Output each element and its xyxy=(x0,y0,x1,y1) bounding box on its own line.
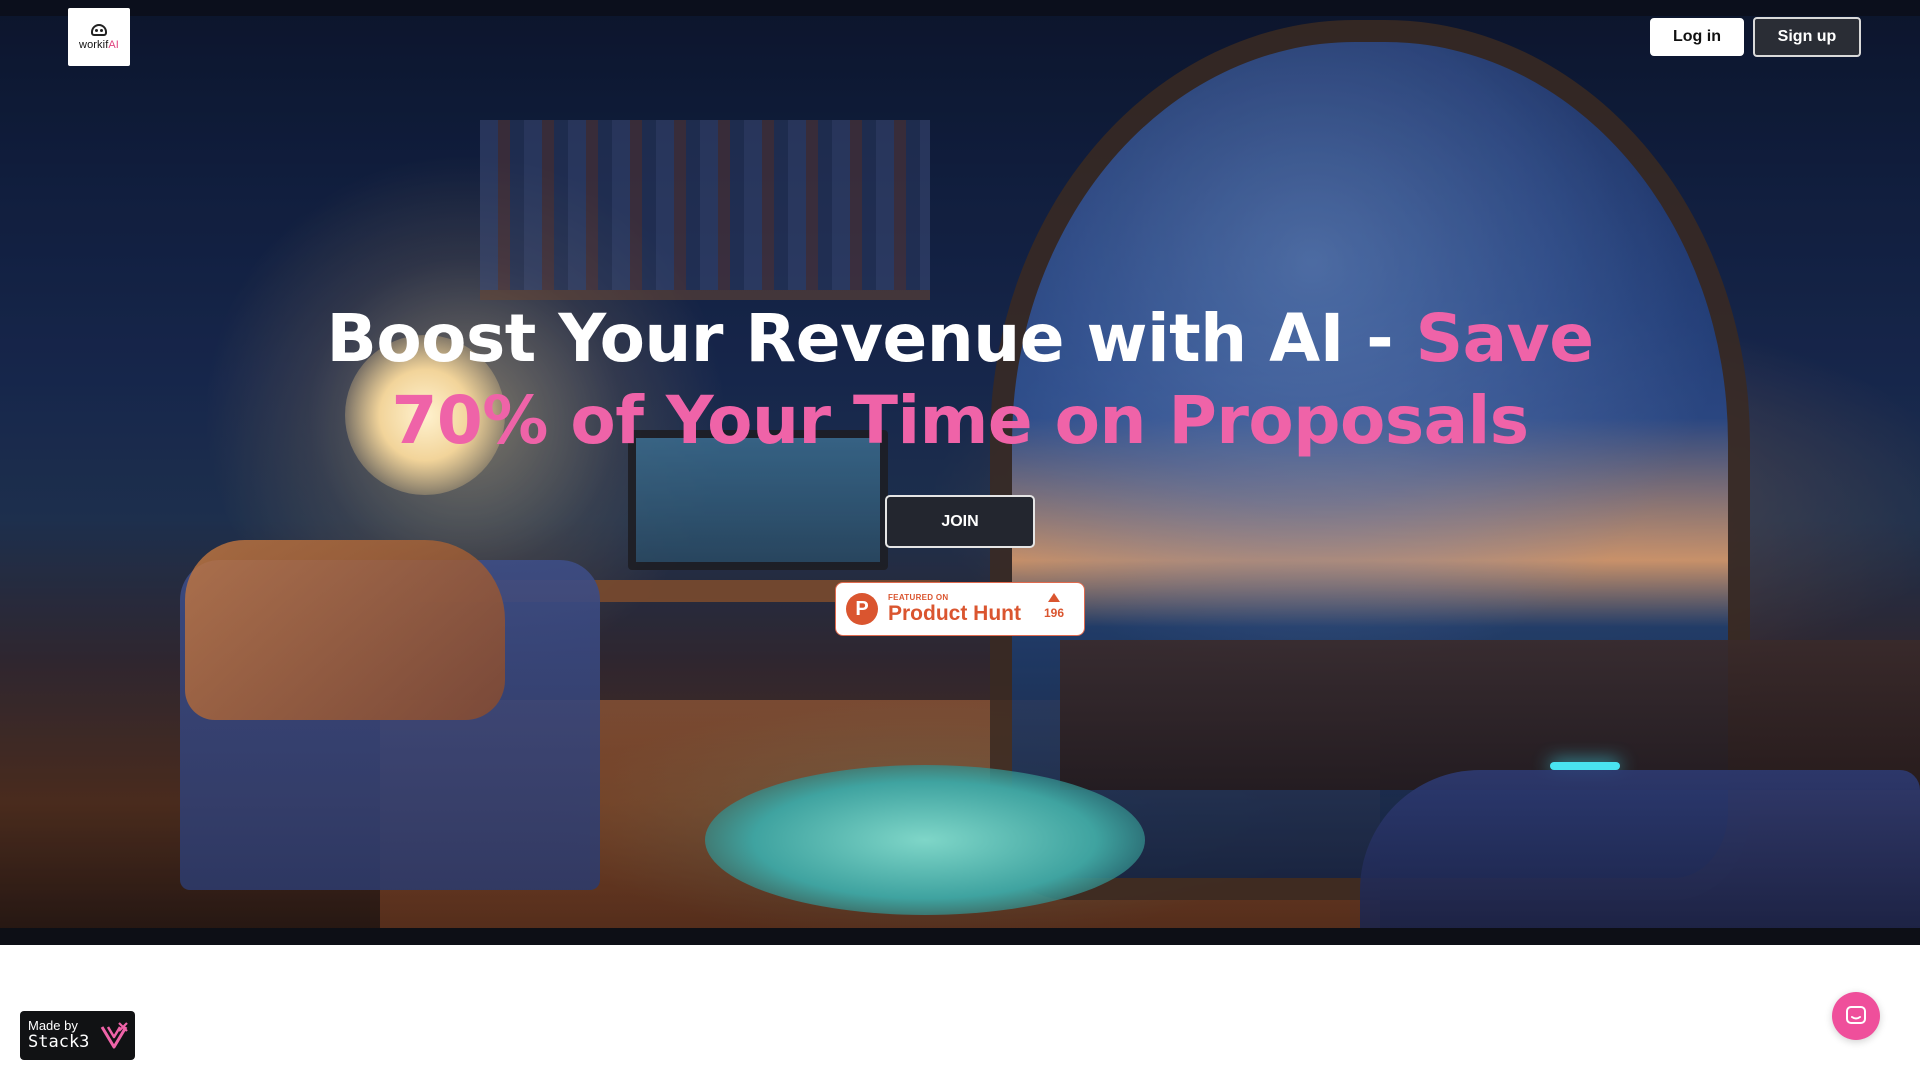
headline-highlight-rest: 70% of Your Time on Proposals xyxy=(391,382,1529,459)
top-strip xyxy=(0,0,1920,16)
chat-bubble-icon xyxy=(1846,1006,1866,1024)
rug-illustration xyxy=(705,765,1145,915)
bed-illustration xyxy=(1360,770,1920,930)
triangle-up-icon xyxy=(1048,593,1060,602)
product-hunt-badge[interactable]: P FEATURED ON Product Hunt 196 xyxy=(835,582,1085,636)
hero-bottom-strip xyxy=(0,928,1920,945)
hero-background xyxy=(0,0,1920,945)
stack3-logo-icon xyxy=(101,1021,129,1048)
signup-button[interactable]: Sign up xyxy=(1753,17,1861,57)
made-by-label: Made by xyxy=(28,1018,78,1033)
join-button[interactable]: JOIN xyxy=(885,495,1035,548)
product-hunt-logo-icon: P xyxy=(846,593,878,625)
blue-light-illustration xyxy=(1550,762,1620,770)
bookshelf-illustration xyxy=(480,120,930,300)
ph-votes: 196 xyxy=(1040,593,1068,620)
headline-text: Boost Your Revenue with AI - xyxy=(326,300,1416,377)
stack3-name: Stack3 xyxy=(28,1032,90,1052)
chat-launcher-button[interactable] xyxy=(1832,992,1880,1040)
hero-headline: Boost Your Revenue with AI - Save 70% of… xyxy=(0,298,1920,462)
login-button[interactable]: Log in xyxy=(1650,18,1744,56)
blanket-illustration xyxy=(185,540,505,720)
brand-logo[interactable]: workifAI xyxy=(68,8,130,66)
counter-illustration xyxy=(1060,640,1920,790)
headline-highlight-save: Save xyxy=(1415,300,1594,377)
logo-text: workifAI xyxy=(79,38,119,51)
ph-vote-count: 196 xyxy=(1043,606,1065,620)
ph-name: Product Hunt xyxy=(888,602,1021,625)
made-by-stack3-badge[interactable]: Made by Stack3 xyxy=(20,1011,135,1060)
robot-face-icon xyxy=(91,23,107,36)
